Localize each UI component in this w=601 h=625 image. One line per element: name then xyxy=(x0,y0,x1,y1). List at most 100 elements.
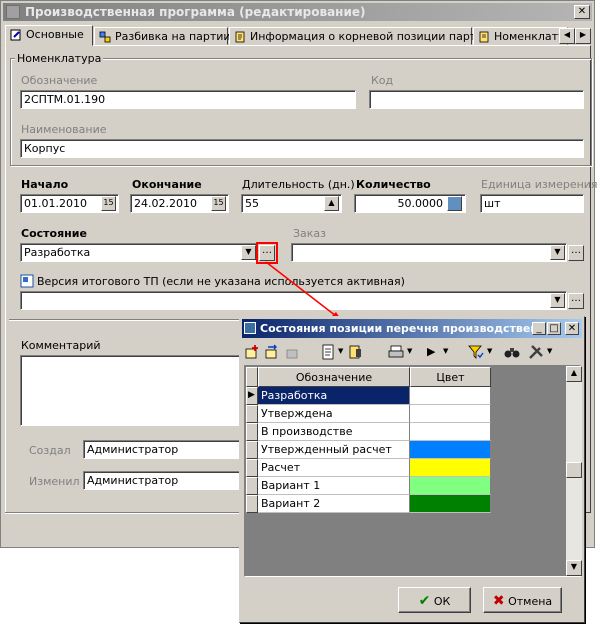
scroll-up-button[interactable]: ▲ xyxy=(566,366,582,382)
chevron-down-icon[interactable]: ▼ xyxy=(547,347,552,355)
ellipsis-icon: … xyxy=(571,293,581,304)
designation-label: Обозначение xyxy=(21,74,98,87)
cancel-button[interactable]: ✖ Отмена xyxy=(483,587,562,613)
row-indicator[interactable]: ▶ xyxy=(246,387,258,405)
tab-bar: Основные Разбивка на партии Информация о… xyxy=(5,25,592,46)
table-row[interactable]: ▶ Разработка xyxy=(246,387,491,405)
row-indicator[interactable] xyxy=(246,477,258,495)
calendar-icon: 15 xyxy=(103,198,114,207)
report-icon[interactable] xyxy=(348,344,364,360)
version-select[interactable] xyxy=(20,291,567,310)
close-button[interactable]: ✕ xyxy=(574,5,590,19)
order-select[interactable] xyxy=(291,243,567,262)
order-dropdown-button[interactable]: ▼ xyxy=(550,245,565,260)
cell-designation[interactable]: Вариант 2 xyxy=(258,495,410,513)
cell-color[interactable] xyxy=(410,405,491,423)
cell-color[interactable] xyxy=(410,459,491,477)
cell-designation[interactable]: В производстве xyxy=(258,423,410,441)
row-indicator[interactable] xyxy=(246,405,258,423)
tab-nomenclature[interactable]: Номенклату xyxy=(473,27,568,45)
maximize-icon: □ xyxy=(549,323,559,334)
row-indicator[interactable] xyxy=(246,441,258,459)
cell-color[interactable] xyxy=(410,477,491,495)
calculator-button[interactable] xyxy=(447,196,462,211)
chevron-down-icon[interactable]: ▼ xyxy=(407,347,412,355)
order-ellipsis-button[interactable]: … xyxy=(568,245,584,261)
cell-color[interactable] xyxy=(410,387,491,405)
table-row[interactable]: Вариант 2 xyxy=(246,495,491,513)
name-field[interactable]: Корпус xyxy=(20,139,584,158)
tab-scroll-left-button[interactable]: ◀ xyxy=(559,28,575,44)
end-calendar-button[interactable]: 15 xyxy=(211,196,226,211)
table-row[interactable]: Утверждена xyxy=(246,405,491,423)
tab-batches[interactable]: Разбивка на партии xyxy=(94,27,231,45)
tab-scroll-right-button[interactable]: ▶ xyxy=(575,28,591,44)
table-row[interactable]: В производстве xyxy=(246,423,491,441)
filter-icon[interactable] xyxy=(468,344,484,360)
start-calendar-button[interactable]: 15 xyxy=(101,196,116,211)
chevron-down-icon[interactable]: ▼ xyxy=(487,347,492,355)
state-select[interactable]: Разработка xyxy=(20,243,258,262)
column-header-color[interactable]: Цвет xyxy=(410,367,491,387)
cell-designation[interactable]: Утверждена xyxy=(258,405,410,423)
cell-designation[interactable]: Разработка xyxy=(258,387,410,405)
add-record-icon[interactable] xyxy=(244,344,260,360)
column-header-designation[interactable]: Обозначение xyxy=(258,367,410,387)
duration-spin-button[interactable]: ▲ xyxy=(324,196,339,211)
app-icon xyxy=(6,5,20,19)
nomenclature-group-label: Номенклатура xyxy=(15,52,104,65)
dialog-minimize-button[interactable]: _ xyxy=(532,322,546,335)
dialog-close-button[interactable]: ✕ xyxy=(565,322,579,335)
tab-main[interactable]: Основные xyxy=(5,25,93,46)
document-icon[interactable] xyxy=(320,344,336,360)
state-ellipsis-button[interactable]: … xyxy=(256,242,278,264)
code-label: Код xyxy=(371,74,394,87)
row-indicator[interactable] xyxy=(246,423,258,441)
cell-color[interactable] xyxy=(410,423,491,441)
ok-button[interactable]: ✔ ОК xyxy=(398,587,471,613)
chevron-down-icon[interactable]: ▼ xyxy=(338,347,343,355)
ok-label: ОК xyxy=(433,595,451,608)
code-field[interactable] xyxy=(369,90,584,109)
scroll-thumb[interactable] xyxy=(566,462,582,478)
tab-label: Номенклату xyxy=(494,30,565,43)
row-indicator[interactable] xyxy=(246,495,258,513)
comment-field[interactable] xyxy=(20,355,240,426)
start-label: Начало xyxy=(21,178,69,191)
table-row[interactable]: Расчет xyxy=(246,459,491,477)
row-indicator[interactable] xyxy=(246,459,258,477)
unit-field[interactable]: шт xyxy=(480,194,584,213)
binoculars-icon[interactable] xyxy=(504,344,520,360)
end-label: Окончание xyxy=(132,178,202,191)
chevron-down-icon: ▼ xyxy=(554,295,561,304)
name-label: Наименование xyxy=(21,123,107,136)
tools-icon[interactable] xyxy=(528,344,544,360)
cell-color[interactable] xyxy=(410,495,491,513)
version-ellipsis-button[interactable]: … xyxy=(568,293,584,309)
cell-designation[interactable]: Расчет xyxy=(258,459,410,477)
pencil-icon xyxy=(10,29,21,41)
dialog-maximize-button[interactable]: □ xyxy=(547,322,561,335)
modified-field: Администратор xyxy=(83,471,240,490)
copy-record-icon[interactable] xyxy=(264,344,280,360)
play-icon[interactable]: ▶ xyxy=(427,345,435,358)
designation-field[interactable]: 2СПТМ.01.190 xyxy=(20,90,356,109)
cross-icon: ✖ xyxy=(492,593,505,609)
batches-icon xyxy=(99,31,111,43)
table-row[interactable]: Вариант 1 xyxy=(246,477,491,495)
cell-designation[interactable]: Утвержденный расчет xyxy=(258,441,410,459)
vertical-scrollbar[interactable]: ▲ ▼ xyxy=(566,366,582,576)
tab-label: Разбивка на партии xyxy=(115,30,231,43)
delete-record-icon[interactable] xyxy=(284,344,300,360)
version-dropdown-button[interactable]: ▼ xyxy=(550,293,565,308)
cell-designation[interactable]: Вариант 1 xyxy=(258,477,410,495)
print-icon[interactable] xyxy=(388,344,404,360)
state-dropdown-button[interactable]: ▼ xyxy=(241,245,256,260)
state-label: Состояние xyxy=(21,227,87,240)
tab-root-info[interactable]: Информация о корневой позиции партии xyxy=(229,27,491,45)
created-label: Создал xyxy=(29,444,71,457)
chevron-down-icon[interactable]: ▼ xyxy=(443,347,448,355)
table-row[interactable]: Утвержденный расчет xyxy=(246,441,491,459)
cell-color[interactable] xyxy=(410,441,491,459)
scroll-down-button[interactable]: ▼ xyxy=(566,560,582,576)
